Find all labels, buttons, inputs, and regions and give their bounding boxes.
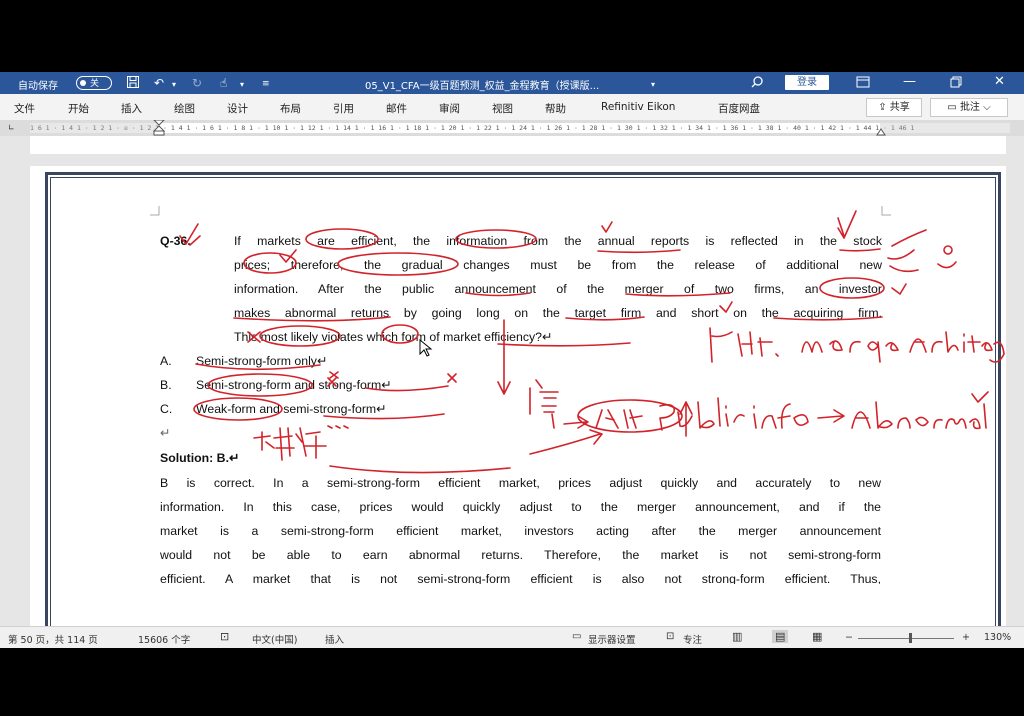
redo-icon[interactable]: ↻ (192, 75, 202, 91)
option-a-letter: A. (160, 354, 172, 368)
zoom-out-button[interactable]: − (845, 632, 853, 643)
document-page[interactable]: Q-36. If markets are efficient, the info… (30, 166, 1006, 648)
toggle-knob (80, 80, 86, 86)
web-layout-icon[interactable]: ▦ (812, 630, 822, 643)
tab-help[interactable]: 帮助 (545, 101, 566, 116)
right-indent-marker-icon[interactable] (876, 127, 886, 136)
solution-line-5: efficient. A market that is not semi-str… (160, 572, 881, 584)
zoom-slider[interactable] (858, 638, 954, 639)
ribbon-tabs: 文件 开始 插入 绘图 设计 布局 引用 邮件 审阅 视图 帮助 Refinit… (0, 94, 1024, 120)
solution-line-3: market is a semi-strong-form efficient m… (160, 524, 881, 538)
read-mode-icon[interactable]: ▥ (732, 630, 742, 643)
crop-mark-right (881, 206, 891, 216)
tab-insert[interactable]: 插入 (121, 101, 142, 116)
tab-draw[interactable]: 绘图 (174, 101, 195, 116)
solution-line-2: information. In this case, prices would … (160, 500, 881, 514)
status-bar: 第 50 页，共 114 页 15606 个字 ⊡ 中文(中国) 插入 ▭ 显示… (0, 626, 1024, 648)
touch-dropdown-icon[interactable]: ▾ (240, 77, 244, 93)
option-b-text: Semi-strong-form and strong-form↵ (196, 378, 392, 392)
comments-button[interactable]: ▭ 批注 ⌵ (930, 98, 1008, 117)
option-b-letter: B. (160, 378, 172, 392)
display-settings[interactable]: 显示器设置 (588, 632, 636, 646)
tab-layout[interactable]: 布局 (280, 101, 301, 116)
language-indicator[interactable]: 中文(中国) (252, 632, 297, 646)
tab-file[interactable]: 文件 (14, 101, 35, 116)
title-dropdown-icon[interactable]: ▾ (651, 77, 655, 93)
zoom-slider-thumb[interactable] (909, 633, 912, 643)
close-icon[interactable]: ✕ (994, 74, 1005, 89)
question-line-5: This most likely violates which form of … (234, 330, 553, 344)
tab-references[interactable]: 引用 (333, 101, 354, 116)
zoom-in-button[interactable]: + (962, 632, 970, 643)
focus-mode[interactable]: 专注 (683, 632, 702, 646)
option-c-text: Weak-form and semi-strong-form↵ (196, 402, 387, 416)
tab-view[interactable]: 视图 (492, 101, 513, 116)
ruler-right-margin (880, 123, 1010, 133)
proofing-icon[interactable]: ⊡ (220, 630, 229, 643)
restore-icon[interactable] (950, 76, 962, 92)
touch-mode-icon[interactable]: ☝ (220, 75, 227, 91)
document-title: 05_V1_CFA一级百题预测_权益_金程教育（授课版... (365, 81, 600, 92)
zoom-level[interactable]: 130% (984, 632, 1011, 643)
tab-mailings[interactable]: 邮件 (386, 101, 407, 116)
tab-home[interactable]: 开始 (68, 101, 89, 116)
solution-line-1: B is correct. In a semi-strong-form effi… (160, 476, 881, 490)
word-count[interactable]: 15606 个字 (138, 632, 190, 646)
option-c-letter: C. (160, 402, 173, 416)
crop-mark-left (150, 206, 160, 216)
undo-icon[interactable]: ↶ (154, 75, 164, 91)
solution-line-4: would not be able to earn abnormal retur… (160, 548, 881, 562)
ruler-left-margin (30, 123, 158, 133)
word-window: 自动保存 关 ↶ ▾ ↻ ☝ ▾ ≡ 05_V1_CFA一级百题预测_权益_金程… (0, 72, 1024, 648)
comment-icon: ▭ (947, 102, 960, 113)
save-icon[interactable] (126, 75, 140, 93)
login-button[interactable]: 登录 (785, 75, 829, 90)
tab-refinitiv-eikon[interactable]: Refinitiv Eikon (601, 101, 675, 113)
mouse-cursor-icon (419, 338, 433, 357)
question-line-1: If markets are efficient, the informatio… (234, 234, 882, 248)
ruler-track[interactable]: 1 6 1 · 1 4 1 · 1 2 1 · ☒ · 1 2 1 · 1 4 … (30, 123, 1010, 133)
option-a-text: Semi-strong-form only↵ (196, 354, 328, 368)
tab-design[interactable]: 设计 (227, 101, 248, 116)
autosave-label: 自动保存 (18, 81, 58, 92)
print-layout-icon[interactable]: ▤ (772, 630, 789, 643)
empty-paragraph-mark: ↵ (160, 426, 171, 440)
share-label: 共享 (889, 102, 910, 113)
customize-toolbar-icon[interactable]: ≡ (262, 76, 270, 92)
share-button[interactable]: ⇪ 共享 (866, 98, 922, 117)
search-icon[interactable] (750, 75, 764, 93)
question-number: Q-36. (160, 234, 191, 248)
share-icon: ⇪ (878, 102, 890, 113)
insert-mode[interactable]: 插入 (325, 632, 344, 646)
display-settings-icon: ▭ (572, 631, 582, 642)
autosave-toggle[interactable]: 关 (76, 76, 112, 90)
focus-icon: ⊡ (666, 631, 675, 642)
indent-marker-icon[interactable] (153, 120, 165, 136)
question-line-2: prices; therefore, the gradual changes m… (234, 258, 882, 272)
chevron-down-icon: ⌵ (979, 102, 991, 113)
solution-heading: Solution: B.↵ (160, 451, 240, 465)
document-area: Q-36. If markets are efficient, the info… (0, 136, 1024, 648)
page-count[interactable]: 第 50 页，共 114 页 (8, 632, 98, 646)
comment-label: 批注 (959, 102, 980, 113)
undo-dropdown-icon[interactable]: ▾ (172, 77, 176, 93)
previous-page-bottom (30, 136, 1006, 154)
question-line-4: makes abnormal returns by going long on … (234, 306, 882, 320)
tab-review[interactable]: 审阅 (439, 101, 460, 116)
autosave-state: 关 (90, 79, 100, 89)
title-bar: 自动保存 关 ↶ ▾ ↻ ☝ ▾ ≡ 05_V1_CFA一级百题预测_权益_金程… (0, 72, 1024, 94)
horizontal-ruler: ∟ 1 6 1 · 1 4 1 · 1 2 1 · ☒ · 1 2 1 · 1 … (0, 120, 1024, 136)
tab-selector-icon[interactable]: ∟ (8, 123, 18, 133)
ribbon-display-icon[interactable] (856, 76, 870, 92)
tab-baidu-netdisk[interactable]: 百度网盘 (718, 101, 760, 116)
question-line-3: information. After the public announceme… (234, 282, 882, 296)
minimize-icon[interactable]: — (903, 74, 916, 89)
